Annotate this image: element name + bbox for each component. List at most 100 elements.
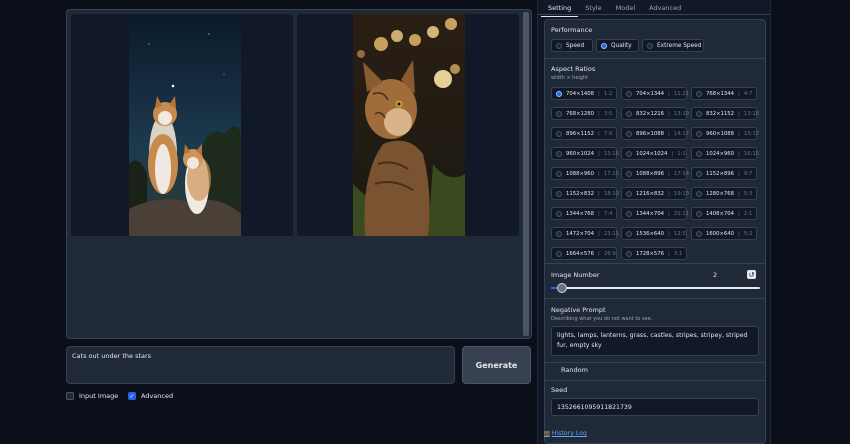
seed-input[interactable]: 1352661095911821739 [551, 398, 759, 416]
aspect-ratio-option[interactable]: 1024×1024 | 1:1 [621, 147, 687, 160]
tab-setting[interactable]: Setting [541, 4, 579, 17]
aspect-ratio-size: 1600×640 [706, 230, 735, 237]
section-divider [545, 380, 765, 381]
aspect-ratio-option[interactable]: 1728×576 | 3:1 [621, 247, 687, 260]
aspect-ratio-ratio: 17:14 [673, 170, 690, 177]
reset-icon[interactable]: ↺ [747, 270, 756, 279]
advanced-checkbox[interactable]: ✓ [128, 392, 136, 400]
section-divider [545, 362, 765, 363]
aspect-ratio-size: 768×1344 [706, 90, 735, 97]
aspect-ratio-option[interactable]: 1472×704 | 23:11 [551, 227, 619, 240]
aspect-ratio-option[interactable]: 1344×768 | 7:4 [551, 207, 617, 220]
radio-icon [556, 150, 562, 157]
aspect-ratio-option[interactable]: 768×1344 | 4:7 [691, 87, 757, 100]
tab-advanced[interactable]: Advanced [642, 4, 688, 17]
aspect-ratio-ratio: 5:2 [743, 230, 753, 237]
separator: | [668, 250, 670, 257]
separator: | [738, 90, 740, 97]
performance-quality[interactable]: Quality [596, 39, 639, 52]
separator: | [738, 230, 740, 237]
radio-icon [626, 110, 632, 117]
aspect-ratio-option[interactable]: 896×1088 | 14:17 [621, 127, 689, 140]
gallery-image-2[interactable] [297, 14, 519, 236]
aspect-ratio-ratio: 13:18 [743, 110, 760, 117]
performance-extreme-speed[interactable]: Extreme Speed [642, 39, 704, 52]
aspect-ratio-option[interactable]: 1600×640 | 5:2 [691, 227, 757, 240]
aspect-ratio-option[interactable]: 1088×960 | 17:15 [551, 167, 619, 180]
radio-icon [696, 210, 702, 217]
aspect-ratio-size: 960×1088 [706, 130, 735, 137]
aspect-ratio-ratio: 11:21 [673, 90, 690, 97]
aspect-ratio-ratio: 9:7 [743, 170, 753, 177]
image-number-value[interactable]: 2 [713, 271, 717, 279]
gallery-scrollbar[interactable] [523, 12, 529, 336]
tab-model[interactable]: Model [609, 4, 643, 17]
separator: | [668, 90, 670, 97]
history-log-link[interactable]: ▤ History Log [544, 430, 587, 437]
negative-prompt-input[interactable]: lights, lamps, lanterns, grass, castles,… [551, 326, 759, 356]
aspect-ratio-option[interactable]: 960×1088 | 15:17 [691, 127, 760, 140]
gallery-image-1[interactable] [71, 14, 293, 236]
aspect-ratio-option[interactable]: 960×1024 | 15:16 [551, 147, 619, 160]
aspect-ratio-ratio: 15:17 [743, 130, 760, 137]
aspect-ratio-option[interactable]: 832×1152 | 13:18 [691, 107, 760, 120]
aspect-ratio-ratio: 19:13 [673, 190, 690, 197]
radio-selected-icon [556, 90, 562, 97]
aspect-ratio-ratio: 16:15 [743, 150, 760, 157]
separator: | [671, 150, 674, 157]
aspect-ratio-option[interactable]: 1408×704 | 2:1 [691, 207, 757, 220]
radio-icon [696, 190, 702, 197]
random-option[interactable]: Random [551, 366, 588, 374]
performance-speed-label: Speed [566, 42, 585, 49]
aspect-ratio-option[interactable]: 832×1216 | 13:19 [621, 107, 689, 120]
section-divider [545, 58, 765, 59]
performance-title: Performance [551, 26, 593, 34]
image-number-slider-handle[interactable] [557, 283, 567, 293]
aspect-ratio-option[interactable]: 1152×832 | 18:13 [551, 187, 619, 200]
aspect-ratio-option[interactable]: 896×1152 | 7:9 [551, 127, 617, 140]
aspect-ratio-option[interactable]: 1024×960 | 16:15 [691, 147, 760, 160]
radio-icon [626, 250, 632, 257]
radio-icon [696, 170, 702, 177]
image-number-slider-track[interactable] [551, 287, 760, 289]
advanced-option[interactable]: ✓ Advanced [128, 392, 173, 400]
separator: | [598, 230, 600, 237]
separator: | [668, 110, 670, 117]
performance-speed[interactable]: Speed [551, 39, 593, 52]
tab-divider [538, 14, 770, 15]
aspect-ratio-size: 1344×704 [636, 210, 665, 217]
separator: | [738, 170, 740, 177]
aspect-ratio-ratio: 2:1 [743, 210, 753, 217]
radio-icon [626, 190, 632, 197]
aspect-ratio-size: 1408×704 [706, 210, 735, 217]
separator: | [668, 210, 670, 217]
cats-under-stars-image [129, 14, 241, 236]
aspect-ratio-option[interactable]: 1152×896 | 9:7 [691, 167, 757, 180]
seed-title: Seed [551, 386, 568, 394]
radio-icon [647, 42, 653, 49]
tab-style[interactable]: Style [578, 4, 608, 17]
aspect-ratio-option[interactable]: 1216×832 | 19:13 [621, 187, 690, 200]
aspect-ratio-size: 896×1088 [636, 130, 665, 137]
aspect-ratio-size: 1088×896 [636, 170, 665, 177]
radio-icon [556, 230, 562, 237]
aspect-ratio-option[interactable]: 1664×576 | 26:9 [551, 247, 617, 260]
aspect-ratio-option[interactable]: 768×1280 | 3:5 [551, 107, 617, 120]
input-image-option[interactable]: Input Image [66, 392, 118, 400]
radio-icon [556, 130, 562, 137]
aspect-ratio-option[interactable]: 1536×640 | 12:5 [621, 227, 687, 240]
input-image-checkbox[interactable] [66, 392, 74, 400]
negative-prompt-title: Negative Prompt [551, 306, 606, 314]
radio-icon [556, 250, 562, 257]
generate-button[interactable]: Generate [462, 346, 531, 384]
aspect-ratio-option[interactable]: 704×1344 | 11:21 [621, 87, 690, 100]
advanced-label: Advanced [141, 392, 174, 400]
aspect-ratio-option[interactable]: 1088×896 | 17:14 [621, 167, 690, 180]
prompt-input[interactable]: Cats out under the stars [66, 346, 455, 384]
aspect-ratio-ratio: 3:1 [673, 250, 683, 257]
aspect-ratio-option[interactable]: 1344×704 | 21:11 [621, 207, 689, 220]
aspect-ratio-size: 768×1280 [566, 110, 595, 117]
aspect-ratio-option[interactable]: 1280×768 | 5:3 [691, 187, 757, 200]
aspect-ratio-option[interactable]: 704×1408 | 1:2 [551, 87, 617, 100]
radio-icon [626, 130, 632, 137]
